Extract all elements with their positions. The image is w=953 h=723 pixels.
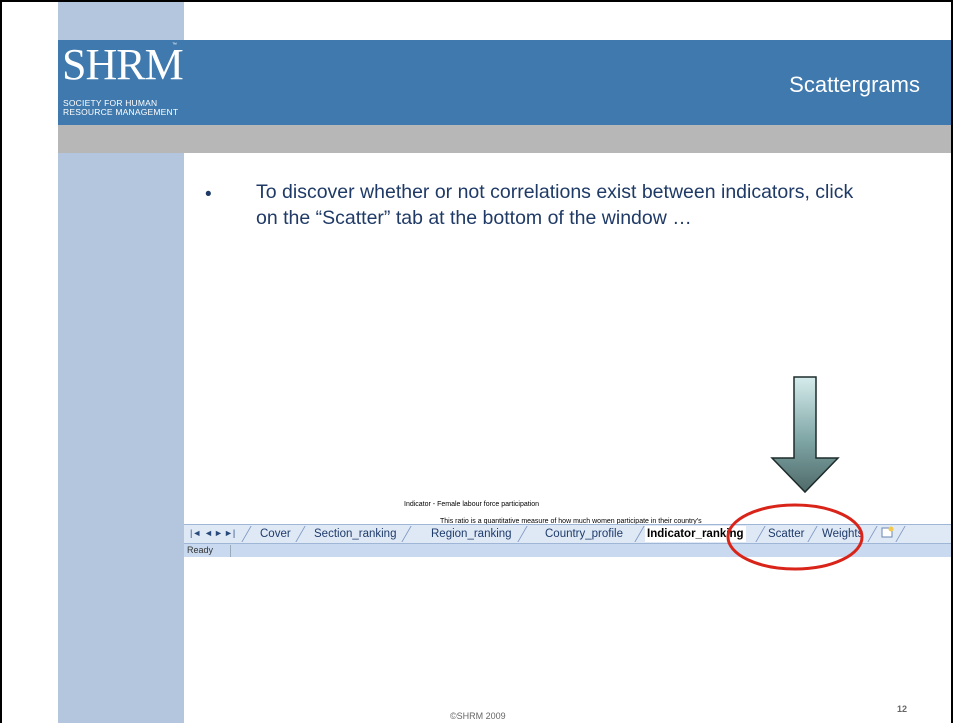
scatter-tab-highlight: [726, 503, 864, 571]
down-arrow-icon: [770, 376, 840, 494]
sheet-header-text: Indicator - Female labour force particip…: [404, 501, 540, 508]
tab-separator: [634, 526, 645, 542]
tab-section-ranking[interactable]: Section_ranking: [314, 526, 396, 542]
trademark-mark: ™: [172, 42, 177, 48]
status-divider: [230, 545, 231, 557]
page-number: 12: [897, 704, 908, 714]
status-ready: Ready: [187, 545, 214, 555]
bullet-text: To discover whether or not correlations …: [256, 181, 854, 229]
slide-title: Scattergrams: [789, 72, 920, 97]
tab-separator: [867, 526, 878, 542]
first-sheet-button[interactable]: |◄: [190, 528, 201, 538]
prev-sheet-button[interactable]: ◄: [204, 528, 213, 538]
last-sheet-button[interactable]: ►|: [224, 528, 235, 538]
tab-separator: [517, 526, 528, 542]
tab-cover[interactable]: Cover: [260, 526, 291, 542]
tab-separator: [295, 526, 306, 542]
bullet-icon: •: [205, 184, 212, 205]
frame-left-border: [0, 0, 2, 723]
tab-country-profile[interactable]: Country_profile: [545, 526, 623, 542]
grey-band: [58, 125, 951, 153]
next-sheet-button[interactable]: ►: [214, 528, 223, 538]
footer-copyright: ©SHRM 2009: [450, 711, 506, 721]
shrm-logo: SHRM: [62, 40, 184, 89]
tab-separator: [241, 526, 252, 542]
tab-separator: [895, 526, 906, 542]
insert-sheet-icon[interactable]: [881, 526, 895, 542]
tab-region-ranking[interactable]: Region_ranking: [431, 526, 512, 542]
tab-separator: [401, 526, 412, 542]
logo-subtitle: SOCIETY FOR HUMAN RESOURCE MANAGEMENT: [63, 98, 179, 117]
